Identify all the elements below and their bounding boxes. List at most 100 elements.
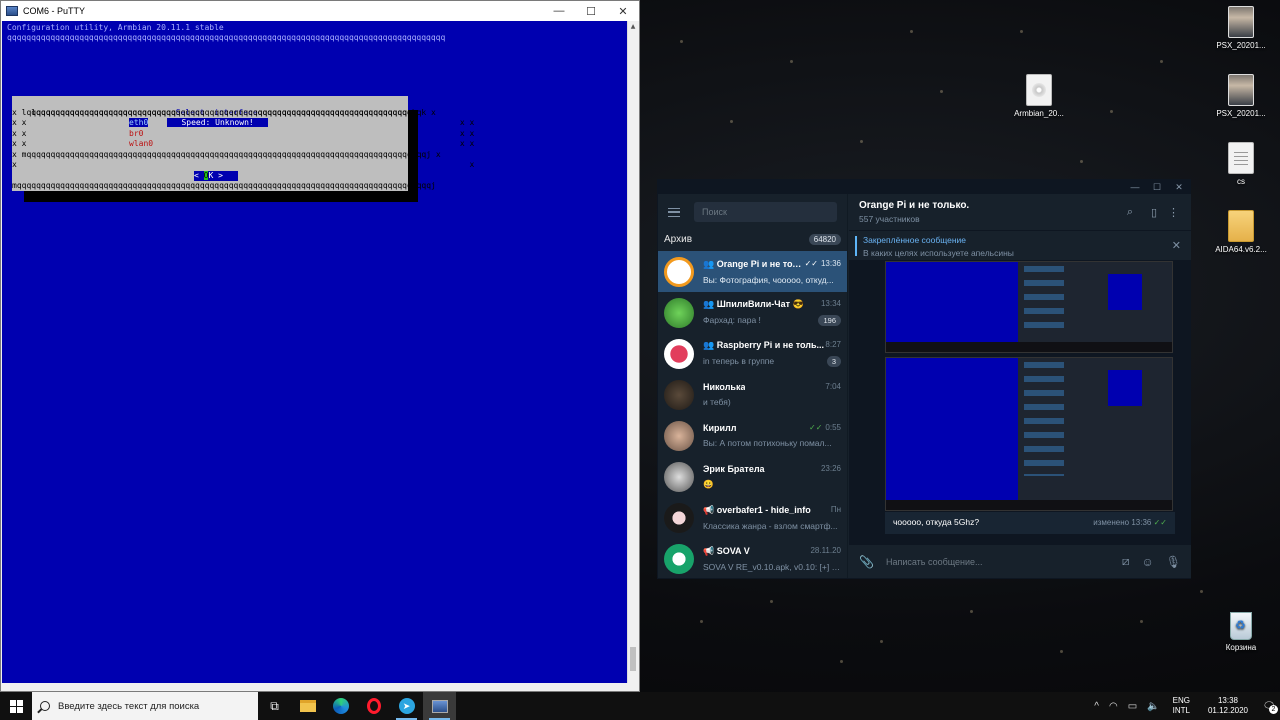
search-icon bbox=[40, 701, 50, 711]
bot-commands-icon[interactable]: ⧄ bbox=[1122, 554, 1130, 569]
notification-center-button[interactable]: 🗨 2 bbox=[1258, 701, 1280, 714]
message-meta: изменено 13:36 bbox=[1093, 518, 1152, 527]
message-photo[interactable] bbox=[885, 357, 1173, 511]
taskbar-edge[interactable] bbox=[324, 692, 357, 720]
wifi-icon[interactable]: ◠ bbox=[1109, 701, 1118, 712]
interface-option-eth0[interactable]: eth0 bbox=[129, 118, 149, 129]
message-area[interactable]: чооооо, откуда 5Ghz? изменено 13:36 ✓✓ bbox=[849, 261, 1191, 541]
chat-time: 23:26 bbox=[820, 463, 841, 473]
putty-titlebar[interactable]: COM6 - PuTTY — ☐ ✕ bbox=[1, 1, 639, 21]
avatar bbox=[664, 338, 694, 369]
chat-preview: SOVA V RE_v0.10.apk, v0.10: [+] П... bbox=[703, 561, 841, 572]
volume-icon[interactable]: 🔈 bbox=[1147, 701, 1159, 712]
search-icon[interactable]: ⌕ bbox=[1127, 206, 1133, 219]
chat-item-overbafer1[interactable]: 📢 overbafer1 - hide_info Пн Классика жанр… bbox=[658, 497, 847, 538]
taskbar-search[interactable]: Введите здесь текст для поиска bbox=[32, 692, 258, 720]
minimize-button[interactable]: — bbox=[1124, 182, 1146, 192]
pinned-message-bar[interactable]: Закреплённое сообщение В каких целях исп… bbox=[849, 230, 1191, 260]
telegram-titlebar[interactable]: — ☐ ✕ bbox=[658, 180, 1190, 194]
desktop-icon-cs[interactable]: cs bbox=[1206, 142, 1276, 186]
taskbar-file-explorer[interactable] bbox=[291, 692, 324, 720]
sidebar-toggle-icon[interactable]: ▯ bbox=[1151, 206, 1157, 219]
chat-time: 13:36 bbox=[820, 258, 841, 268]
chat-title: Николька bbox=[703, 382, 746, 392]
clock-time: 13:38 bbox=[1217, 696, 1238, 705]
chat-title: Кирилл bbox=[703, 423, 737, 433]
desktop-icon-psx-2[interactable]: PSX_20201... bbox=[1206, 74, 1276, 118]
avatar bbox=[664, 502, 694, 533]
avatar bbox=[664, 297, 694, 328]
chat-preview: и тебя) bbox=[703, 397, 731, 407]
conversation-panel: Orange Pi и не только. 557 участников ⌕ … bbox=[849, 194, 1191, 578]
message-text: чооооо, откуда 5Ghz? bbox=[893, 517, 980, 527]
desktop-icon-psx-1[interactable]: PSX_20201... bbox=[1206, 6, 1276, 50]
read-check-icon: ✓✓ bbox=[1153, 518, 1167, 527]
close-pinned-icon[interactable]: ✕ bbox=[1172, 239, 1181, 252]
hamburger-menu-icon[interactable] bbox=[668, 207, 680, 217]
terminal-scrollbar[interactable]: ▲ bbox=[627, 21, 638, 683]
speed-label: Speed: Unknown! bbox=[167, 118, 269, 127]
start-button[interactable] bbox=[0, 692, 32, 720]
battery-icon[interactable]: ▭ bbox=[1128, 701, 1137, 712]
desktop-icon-armbian[interactable]: Armbian_20... bbox=[1004, 74, 1074, 118]
chat-time: 28.11.20 bbox=[810, 545, 841, 555]
maximize-button[interactable]: ☐ bbox=[1146, 182, 1168, 193]
more-options-icon[interactable]: ⋮ bbox=[1168, 206, 1179, 219]
clock[interactable]: 13:38 01.12.2020 bbox=[1208, 696, 1248, 716]
microphone-icon[interactable]: 🎙 bbox=[1166, 555, 1181, 569]
taskbar-opera[interactable] bbox=[357, 692, 390, 720]
archive-item[interactable]: Архив 64820 bbox=[658, 230, 847, 251]
chevron-up-icon[interactable]: ^ bbox=[1094, 701, 1099, 712]
emoji-icon[interactable]: ☺ bbox=[1142, 555, 1154, 569]
ok-button[interactable]: < OK > bbox=[194, 171, 238, 181]
opera-icon bbox=[366, 698, 381, 714]
chat-item-shpilivili[interactable]: 👥 ШпилиВили-Чат 😎 13:34 Фархад: пара ! 196 bbox=[658, 292, 847, 333]
interface-option-br0[interactable]: br0 bbox=[129, 129, 143, 140]
scrollbar-thumb[interactable] bbox=[630, 647, 636, 671]
dialog-row-2: x x x x bbox=[12, 128, 475, 138]
chat-item-orange-pi[interactable]: 👥 Orange Pi и не тольк...✓✓13:36 Вы: Фот… bbox=[658, 251, 847, 292]
avatar bbox=[664, 461, 694, 492]
dialog-inner-border-bottom: x mqqqqqqqqqqqqqqqqqqqqqqqqqqqqqqqqqqqqq… bbox=[12, 149, 441, 159]
task-view-button[interactable]: ⧉ bbox=[258, 692, 291, 720]
chat-item-raspberry-pi[interactable]: 👥 Raspberry Pi и не толь... 8:27 in тепер… bbox=[658, 333, 847, 374]
chat-item-sova-v[interactable]: 📢 SOVA V 28.11.20 SOVA V RE_v0.10.apk, v0… bbox=[658, 538, 847, 579]
dialog-row-3: x x x x bbox=[12, 139, 475, 148]
desktop-icon-recycle-bin[interactable]: Корзина bbox=[1206, 612, 1276, 652]
chat-item-nikolka[interactable]: Николька 7:04 и тебя) bbox=[658, 374, 847, 415]
taskbar-telegram[interactable]: ➤ bbox=[390, 692, 423, 720]
telegram-window[interactable]: — ☐ ✕ Архив 64820 👥 Orange Pi и не тольк… bbox=[657, 179, 1191, 579]
message-input[interactable] bbox=[885, 556, 1110, 567]
language-indicator[interactable]: ENG INTL bbox=[1173, 696, 1190, 716]
close-button[interactable]: ✕ bbox=[607, 5, 639, 18]
terminal-separator-line: qqqqqqqqqqqqqqqqqqqqqqqqqqqqqqqqqqqqqqqq… bbox=[7, 33, 446, 42]
telegram-icon: ➤ bbox=[398, 698, 415, 714]
desktop-icon-aida64[interactable]: AIDA64.v6.2... bbox=[1206, 210, 1276, 254]
putty-title: COM6 - PuTTY bbox=[23, 6, 86, 16]
chat-title: overbafer1 - hide_info bbox=[716, 504, 811, 515]
archive-label: Архив bbox=[664, 234, 693, 245]
dialog-inner-border-top: x lqqqqqqqqqqqqqqqqqqqqqqqqqqqqqqqqqqqqq… bbox=[12, 107, 436, 117]
close-button[interactable]: ✕ bbox=[1168, 182, 1190, 193]
unread-badge: 196 bbox=[818, 315, 841, 326]
chat-item-kirill[interactable]: Кирилл ✓✓ 0:55 Вы: А потом потихоньку пома… bbox=[658, 415, 847, 456]
minimize-button[interactable]: — bbox=[543, 5, 575, 17]
message-bubble[interactable]: чооооо, откуда 5Ghz? изменено 13:36 ✓✓ bbox=[885, 512, 1175, 534]
select-interface-dialog[interactable]: lqqqqqqqqqqqqqqqqqqqqqqqqqqqqqSelect int… bbox=[12, 96, 474, 191]
task-view-icon: ⧉ bbox=[270, 698, 279, 713]
scroll-up-arrow-icon[interactable]: ▲ bbox=[628, 21, 638, 32]
taskbar-putty[interactable] bbox=[423, 692, 456, 720]
message-photo[interactable] bbox=[885, 261, 1173, 353]
attach-icon[interactable]: 📎 bbox=[859, 555, 874, 569]
read-check-icon: ✓✓ bbox=[809, 423, 823, 432]
interface-option-wlan0[interactable]: wlan0 bbox=[129, 139, 153, 150]
pinned-text: В каких целях используете апельсины bbox=[863, 248, 1014, 258]
disc-image-icon bbox=[1026, 74, 1052, 106]
search-input[interactable] bbox=[694, 202, 837, 222]
taskbar: Введите здесь текст для поиска ⧉ ➤ ^ ◠ ▭… bbox=[0, 692, 1280, 720]
chat-item-erik[interactable]: Эрик Братела 23:26 😀 bbox=[658, 456, 847, 497]
maximize-button[interactable]: ☐ bbox=[575, 5, 607, 18]
pinned-title: Закреплённое сообщение bbox=[863, 235, 966, 245]
compose-bar: 📎 ⧄ ☺ 🎙 bbox=[849, 545, 1191, 578]
conversation-header[interactable]: Orange Pi и не только. 557 участников ⌕ … bbox=[849, 194, 1191, 230]
